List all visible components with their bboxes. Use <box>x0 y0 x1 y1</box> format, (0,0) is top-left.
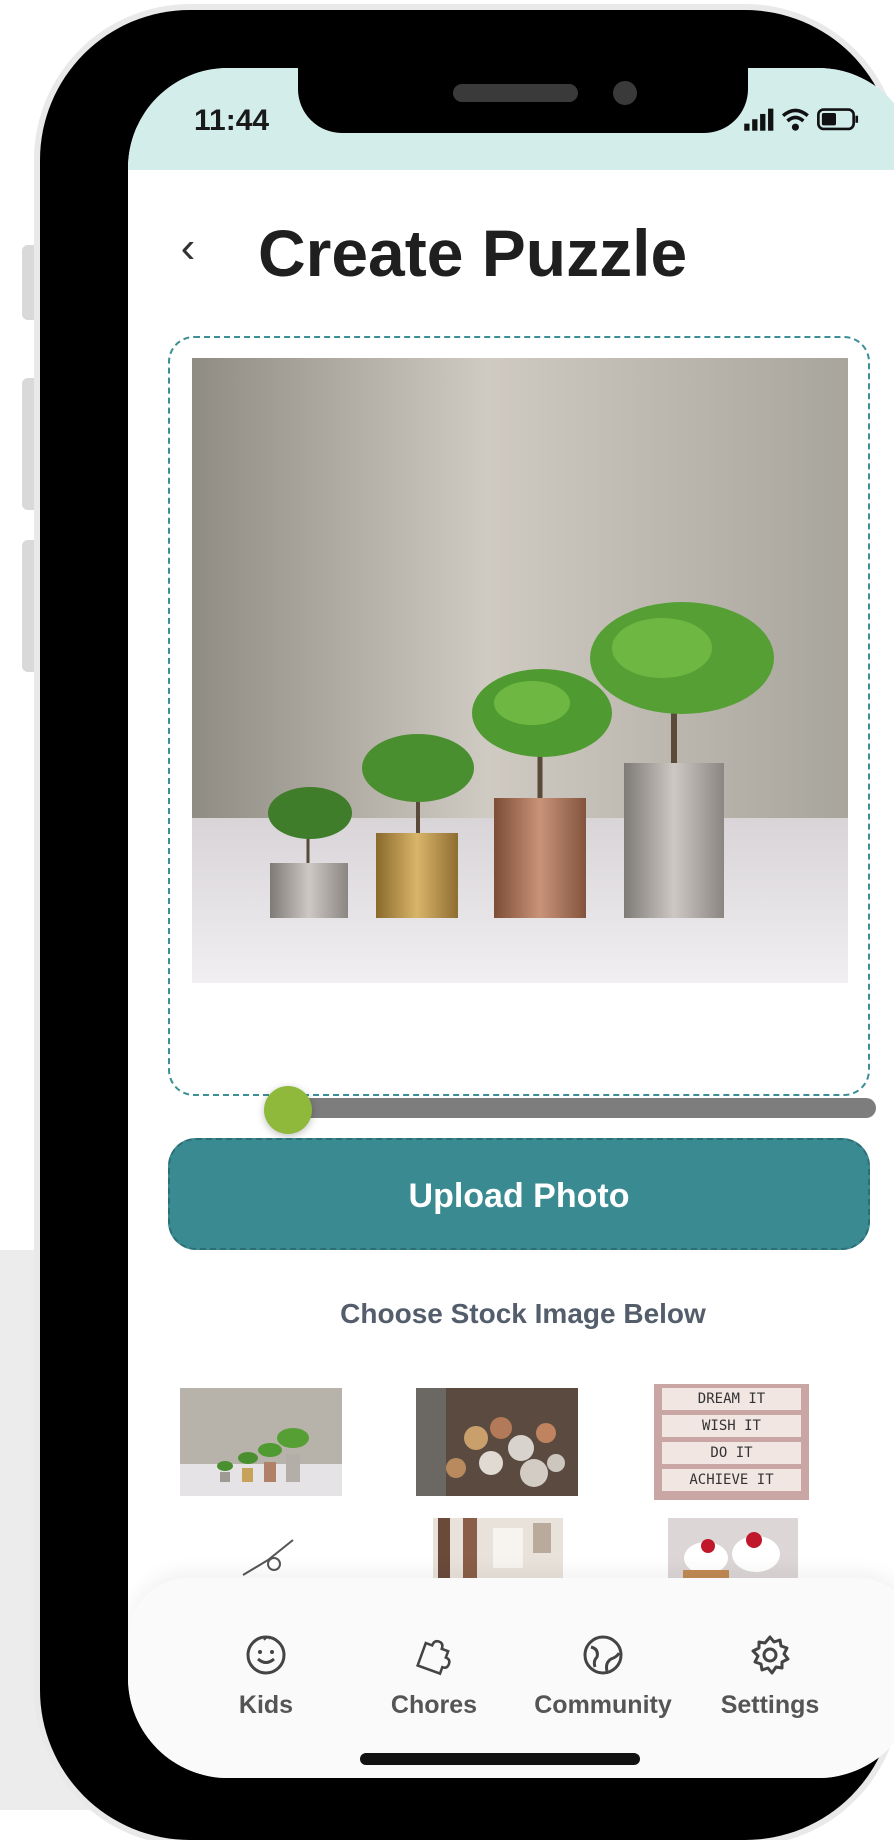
nav-label: Community <box>534 1691 672 1719</box>
zoom-slider-track[interactable] <box>276 1098 876 1118</box>
upload-photo-button[interactable]: Upload Photo <box>168 1138 870 1250</box>
nav-item-settings[interactable]: Settings <box>690 1633 850 1720</box>
nav-label: Settings <box>720 1691 820 1719</box>
notch <box>298 68 748 133</box>
nav-item-chores[interactable]: Chores <box>354 1633 514 1720</box>
zoom-slider-thumb[interactable] <box>264 1086 312 1134</box>
battery-icon <box>817 108 859 131</box>
puzzle-icon <box>416 1639 451 1676</box>
stock-image-trees-coins[interactable] <box>180 1388 342 1496</box>
stock-section-label: Choose Stock Image Below <box>340 1298 706 1329</box>
phone-frame: 11:44 ‹ Create Puzzle Upload Photo Choos… <box>40 10 894 1840</box>
nav-item-kids[interactable]: Kids <box>186 1633 346 1720</box>
status-time: 11:44 <box>194 104 270 137</box>
app-screen: 11:44 ‹ Create Puzzle Upload Photo Choos… <box>128 68 894 1778</box>
smiley-icon <box>246 1635 286 1675</box>
status-bar: 11:44 <box>128 68 894 170</box>
status-icons <box>744 108 859 131</box>
dream-line: DO IT <box>662 1442 801 1464</box>
header: ‹ Create Puzzle <box>128 198 894 308</box>
gear-icon <box>751 1635 790 1675</box>
page-title: Create Puzzle <box>258 216 688 290</box>
stock-image-dream-board[interactable]: DREAM IT WISH IT DO IT ACHIEVE IT <box>654 1384 809 1500</box>
dream-line: WISH IT <box>662 1415 801 1437</box>
dream-line: DREAM IT <box>662 1388 801 1410</box>
stock-image-coins-jar[interactable] <box>416 1388 578 1496</box>
signal-icon <box>744 108 774 131</box>
nav-label: Chores <box>390 1691 478 1719</box>
stock-image-sketch[interactable] <box>238 1530 308 1580</box>
selected-photo <box>192 358 848 983</box>
camera <box>613 81 637 105</box>
back-button[interactable]: ‹ <box>168 218 208 278</box>
wifi-icon <box>781 108 809 131</box>
nav-label: Kids <box>238 1691 294 1719</box>
home-indicator[interactable] <box>360 1753 640 1765</box>
globe-icon <box>583 1635 623 1675</box>
speaker <box>453 84 578 102</box>
dream-line: ACHIEVE IT <box>662 1469 801 1491</box>
nav-item-community[interactable]: Community <box>523 1633 683 1720</box>
